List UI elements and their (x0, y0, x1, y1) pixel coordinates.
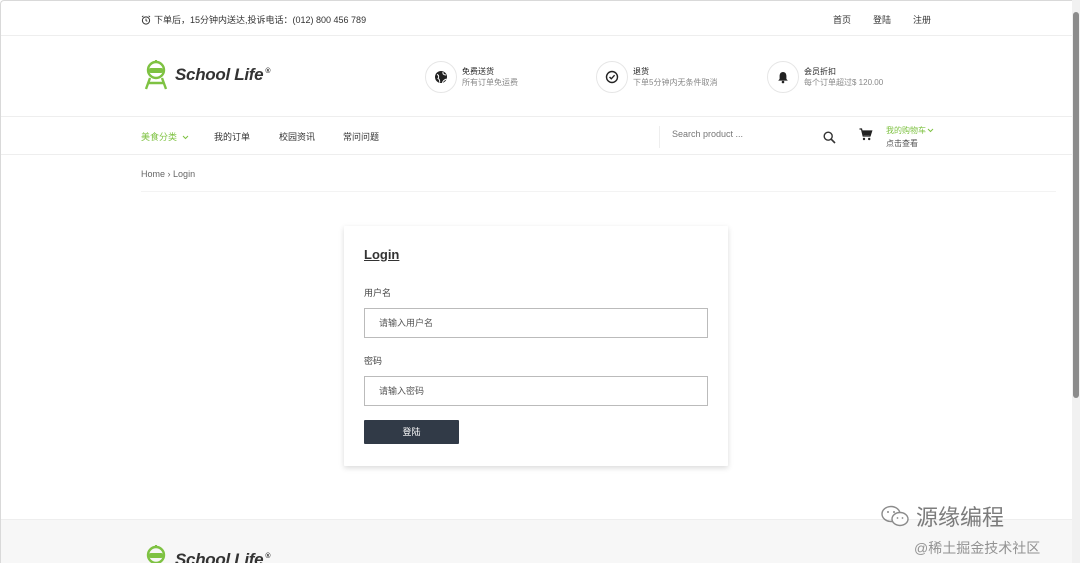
nav-item-food-categories[interactable]: 美食分类 (141, 130, 189, 143)
bell-icon (767, 61, 799, 93)
divider (141, 191, 1056, 192)
wechat-icon (881, 505, 909, 527)
scrollbar-thumb[interactable] (1073, 12, 1079, 398)
cart-icon[interactable] (859, 128, 873, 141)
scrollbar[interactable] (1072, 0, 1080, 563)
username-label: 用户名 (364, 288, 392, 298)
breadcrumb-current: Login (173, 169, 196, 179)
logo-text: School Life ® (175, 65, 271, 84)
watermark: 源缘编程 (880, 500, 1004, 532)
username-input[interactable]: 请输入用户名 (364, 308, 708, 338)
feature-returns: 退货 下单5分钟内无条件取消 (596, 61, 717, 93)
alarm-clock-icon (141, 14, 151, 25)
site-logo[interactable]: School Life ® (141, 59, 270, 91)
robot-logo-icon (144, 60, 168, 90)
feature-title: 退货 (633, 67, 649, 76)
browser-viewport: 下单后，15分钟内送达,投诉电话：(012) 800 456 789 首页 登陆… (0, 0, 1072, 563)
login-card: Login 用户名 请输入用户名 密码 请输入密码 登陆 (344, 226, 728, 466)
check-circle-icon (596, 61, 628, 93)
breadcrumb-separator: › (167, 169, 171, 179)
feature-subtitle: 下单5分钟内无条件取消 (633, 78, 718, 87)
login-button[interactable]: 登陆 (364, 420, 459, 444)
cart-title[interactable]: 我的购物车 (886, 126, 926, 135)
delivery-notice: 下单后，15分钟内送达,投诉电话：(012) 800 456 789 (141, 13, 366, 26)
register-link[interactable]: 注册 (913, 13, 931, 26)
feature-member-discount: 会员折扣 每个订单超过$ 120.00 (767, 61, 883, 93)
my-cart[interactable]: 我的购物车 点击查看 (886, 124, 934, 150)
feature-title: 免费送货 (462, 67, 494, 76)
search-icon[interactable] (823, 131, 836, 144)
feature-title: 会员折扣 (804, 67, 836, 76)
nav-item-campus-news[interactable]: 校园资讯 (279, 130, 315, 143)
chevron-down-icon (182, 135, 188, 140)
search-box[interactable]: Search product ... (659, 126, 841, 148)
breadcrumb: Home › Login (141, 169, 195, 179)
login-title: Login (364, 247, 400, 262)
login-link[interactable]: 登陆 (873, 13, 891, 26)
chevron-down-icon (927, 128, 934, 133)
feature-subtitle: 每个订单超过$ 120.00 (804, 78, 884, 87)
feature-free-shipping: 免费送货 所有订单免运费 (425, 61, 518, 93)
robot-logo-icon (146, 545, 166, 563)
password-label: 密码 (364, 356, 383, 366)
password-input[interactable]: 请输入密码 (364, 376, 708, 406)
top-links: 首页 登陆 注册 (833, 13, 931, 26)
delivery-notice-text: 下单后，15分钟内送达,投诉电话：(012) 800 456 789 (154, 15, 367, 25)
search-input[interactable]: Search product ... (672, 129, 743, 139)
watermark-text: 源缘编程 (916, 505, 1005, 530)
cart-subtitle[interactable]: 点击查看 (886, 137, 934, 150)
globe-icon (425, 61, 457, 93)
logo-text: School Life ® (175, 550, 271, 563)
watermark-subtext: @稀土掘金技术社区 (914, 540, 1041, 556)
feature-subtitle: 所有订单免运费 (462, 78, 518, 87)
site-header: School Life ® 免费送货 所有订单免运费 退货 下单5分钟内无条件取消 (1, 37, 1072, 117)
nav-item-faq[interactable]: 常问问题 (343, 130, 379, 143)
breadcrumb-home[interactable]: Home (141, 169, 165, 179)
home-link[interactable]: 首页 (833, 13, 851, 26)
top-bar: 下单后，15分钟内送达,投诉电话：(012) 800 456 789 首页 登陆… (1, 1, 1072, 36)
footer-logo[interactable]: School Life ® (141, 544, 270, 563)
nav-item-my-orders[interactable]: 我的订单 (214, 130, 250, 143)
main-nav: 美食分类 我的订单 校园资讯 常问问题 Search product ... 我… (1, 118, 1072, 155)
